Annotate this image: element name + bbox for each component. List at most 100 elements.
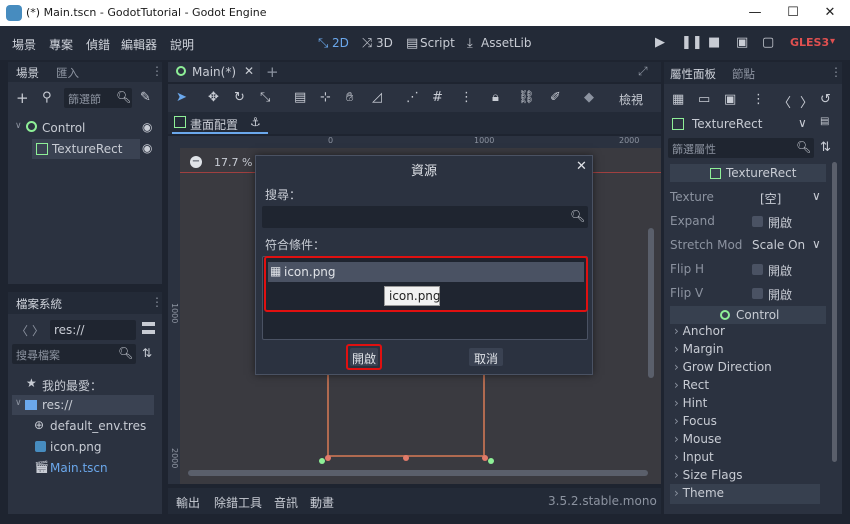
file-search-input[interactable]: 搜尋檔案 🔍︎: [12, 344, 136, 364]
back-icon[interactable]: 〈: [16, 322, 28, 339]
anchor-handle[interactable]: [488, 458, 494, 464]
mode-2d-button[interactable]: 2D: [332, 36, 349, 50]
view-menu-button[interactable]: 檢視: [619, 91, 643, 108]
resize-handle[interactable]: [482, 455, 488, 461]
save-icon[interactable]: ▣: [724, 92, 736, 107]
result-item-icon-png[interactable]: ▦ icon.png: [268, 262, 584, 282]
add-node-icon[interactable]: +: [16, 89, 29, 107]
dock-menu-icon[interactable]: ⋮: [151, 295, 163, 309]
zoom-out-icon[interactable]: −: [190, 156, 202, 168]
group-size-flags[interactable]: › Size Flags: [674, 468, 743, 482]
anchor-icon[interactable]: ⚓︎: [250, 115, 261, 129]
expand-checkbox[interactable]: [752, 216, 763, 227]
split-view-icon[interactable]: [142, 322, 155, 334]
history-icon[interactable]: ↺: [820, 92, 831, 107]
tab-output[interactable]: 輸出: [176, 494, 200, 511]
texturerect-outline[interactable]: [327, 373, 485, 457]
property-filter-input[interactable]: 篩選屬性 🔍︎: [668, 138, 814, 158]
tree-item-control[interactable]: ∨ Control ◉: [12, 118, 160, 138]
tab-debugger[interactable]: 除錯工具: [214, 494, 262, 511]
menu-editor[interactable]: 編輯器: [121, 36, 157, 53]
tab-main-scene[interactable]: Main(*) ✕: [168, 62, 260, 82]
dock-menu-icon[interactable]: ⋮: [151, 64, 163, 78]
menu-scene[interactable]: 場景: [12, 36, 36, 53]
group-focus[interactable]: › Focus: [674, 414, 717, 428]
visibility-eye-icon[interactable]: ◉: [142, 141, 152, 155]
camera-icon[interactable]: ◆: [584, 90, 594, 105]
lock-icon[interactable]: 🔒︎: [492, 90, 499, 105]
tab-scene[interactable]: 場景: [16, 65, 39, 81]
smart-snap-icon[interactable]: ⋰: [406, 90, 419, 105]
mode-assetlib-button[interactable]: AssetLib: [481, 36, 531, 50]
tab-audio[interactable]: 音訊: [274, 494, 298, 511]
cancel-button[interactable]: 取消: [469, 348, 503, 366]
tab-inspector[interactable]: 屬性面板: [670, 66, 716, 82]
tree-item-texturerect[interactable]: TextureRect: [32, 139, 140, 159]
mode-3d-button[interactable]: 3D: [376, 36, 393, 50]
menu-help[interactable]: 說明: [170, 36, 194, 53]
texture-value[interactable]: [空]: [760, 190, 781, 207]
file-item-default-env[interactable]: ⊕ default_env.tres: [32, 416, 160, 436]
group-grow-direction[interactable]: › Grow Direction: [674, 360, 772, 374]
forward-icon[interactable]: 〉: [32, 322, 44, 339]
more-icon[interactable]: ⋮: [752, 92, 765, 107]
new-resource-icon[interactable]: ▦: [672, 92, 684, 107]
close-tab-icon[interactable]: ✕: [244, 64, 254, 78]
play-icon[interactable]: ▶: [655, 35, 665, 50]
group-anchor[interactable]: › Anchor: [674, 324, 725, 338]
filter-options-icon[interactable]: ⇅: [820, 140, 831, 155]
bone-icon[interactable]: ✐: [550, 90, 561, 105]
grid-snap-icon[interactable]: #: [432, 90, 443, 105]
node-type-selector[interactable]: TextureRect ∨: [668, 114, 814, 134]
link-icon[interactable]: ⚲: [42, 90, 52, 105]
pause-icon[interactable]: ❚❚: [681, 35, 703, 50]
favorites-item[interactable]: ★ 我的最愛：: [12, 374, 160, 394]
doc-icon[interactable]: ▤: [820, 116, 829, 127]
group-margin[interactable]: › Margin: [674, 342, 724, 356]
horizontal-scrollbar[interactable]: [188, 470, 648, 476]
chevron-down-icon[interactable]: ∨: [812, 189, 821, 203]
fullscreen-icon[interactable]: ⤢: [638, 64, 648, 79]
group-theme[interactable]: › Theme: [670, 484, 820, 504]
history-back-icon[interactable]: 〈: [778, 92, 791, 111]
pivot-icon[interactable]: ⊹: [320, 90, 331, 105]
tab-node[interactable]: 節點: [732, 66, 755, 82]
open-folder-icon[interactable]: ▭: [698, 92, 710, 107]
group-input[interactable]: › Input: [674, 450, 714, 464]
move-tool-icon[interactable]: ✥: [208, 90, 219, 105]
sort-icon[interactable]: ⇅: [142, 346, 152, 360]
add-tab-icon[interactable]: +: [266, 63, 279, 81]
tab-import[interactable]: 匯入: [56, 65, 79, 81]
zoom-level[interactable]: 17.7 %: [214, 156, 252, 169]
scale-tool-icon[interactable]: ⤡: [260, 90, 270, 105]
script-attach-icon[interactable]: ✎: [140, 90, 151, 105]
menu-project[interactable]: 專案: [49, 36, 73, 53]
pan-tool-icon[interactable]: ✋︎: [346, 90, 353, 105]
open-button[interactable]: 開啟: [350, 348, 378, 366]
close-dialog-icon[interactable]: ✕: [576, 159, 587, 174]
select-tool-icon[interactable]: ➤: [176, 90, 187, 105]
tab-animation[interactable]: 動畫: [310, 494, 334, 511]
ruler-tool-icon[interactable]: ◿: [372, 90, 382, 105]
file-item-main-tscn[interactable]: 🎬︎ Main.tscn: [32, 458, 160, 478]
flip-v-checkbox[interactable]: [752, 288, 763, 299]
resize-handle[interactable]: [403, 455, 409, 461]
dock-menu-icon[interactable]: ⋮: [830, 65, 842, 79]
maximize-button[interactable]: ☐: [778, 3, 808, 23]
close-window-button[interactable]: ✕: [815, 3, 845, 23]
play-scene-icon[interactable]: ▣: [736, 35, 748, 50]
stretch-mode-select[interactable]: Scale On: [752, 238, 805, 252]
snap-options-icon[interactable]: ⋮: [460, 90, 473, 105]
visibility-eye-icon[interactable]: ◉: [142, 120, 152, 134]
list-select-icon[interactable]: ▤: [294, 90, 306, 105]
menu-debug[interactable]: 偵錯: [86, 36, 110, 53]
history-forward-icon[interactable]: 〉: [800, 92, 813, 111]
mode-script-button[interactable]: Script: [420, 36, 455, 50]
minimize-button[interactable]: —: [740, 3, 770, 23]
path-input[interactable]: res://: [50, 320, 136, 340]
group-icon[interactable]: ⛓︎: [518, 90, 535, 105]
inspector-scrollbar[interactable]: [832, 162, 837, 462]
group-mouse[interactable]: › Mouse: [674, 432, 722, 446]
dialog-search-input[interactable]: 🔍︎: [262, 206, 588, 228]
flip-h-checkbox[interactable]: [752, 264, 763, 275]
